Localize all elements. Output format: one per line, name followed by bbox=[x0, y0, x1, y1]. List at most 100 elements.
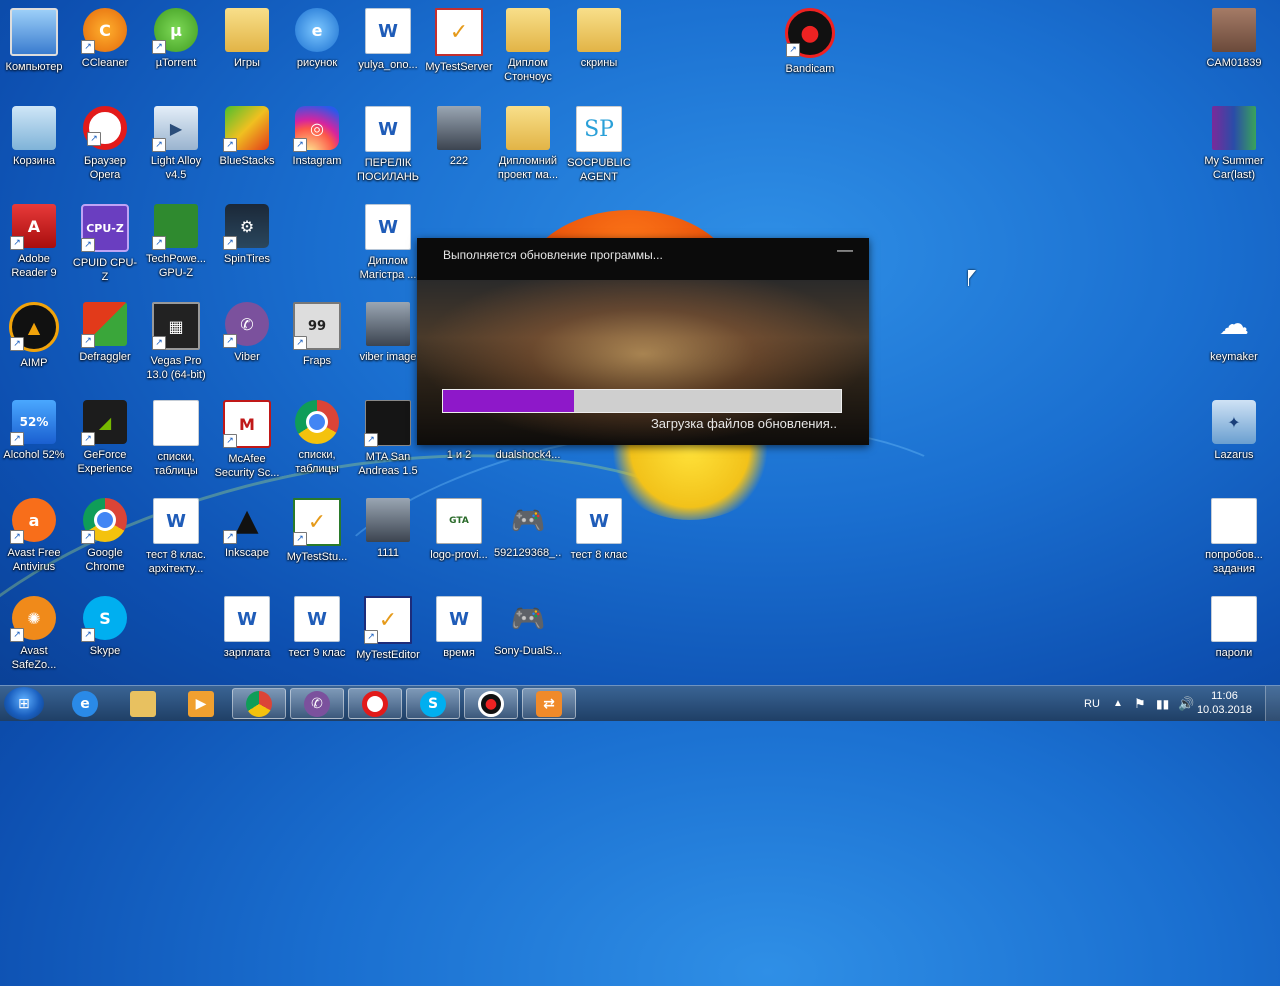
desktop-icon-viber[interactable]: ✆ ↗ Viber bbox=[213, 302, 281, 364]
desktop-icon-test8-doc[interactable]: Wтест 8 клас bbox=[565, 498, 633, 562]
desktop-icon-recycle-bin[interactable]: Корзина bbox=[0, 106, 68, 168]
geforce-icon: ◢ ↗ bbox=[81, 400, 127, 446]
desktop-icon-image-222[interactable]: 222 bbox=[425, 106, 493, 168]
desktop-icon-instagram[interactable]: ◎ ↗ Instagram bbox=[283, 106, 351, 168]
desktop-icon-skype[interactable]: S ↗ Skype bbox=[71, 596, 139, 658]
show-hidden-icons-icon[interactable]: ▲ bbox=[1113, 686, 1123, 721]
desktop-icon-mcafee[interactable]: M ↗ McAfee Security Sc... bbox=[213, 400, 281, 480]
taskbar-skype[interactable]: S bbox=[406, 688, 460, 719]
minimize-button[interactable]: — bbox=[835, 242, 855, 260]
desktop-icon-lists-tables-2[interactable]: списки, таблицы bbox=[283, 400, 351, 476]
desktop-icon-yulya-doc[interactable]: Wyulya_ono... bbox=[354, 8, 422, 72]
image-thumbnail-icon bbox=[366, 498, 410, 542]
play-icon: ▶ ↗ bbox=[152, 106, 198, 152]
update-arrows-icon: ⇄ bbox=[536, 690, 562, 717]
desktop-icon-lazarus[interactable]: ✦ Lazarus bbox=[1200, 400, 1268, 462]
taskbar-bandicam[interactable]: ● bbox=[464, 688, 518, 719]
desktop-icon-adobe-reader[interactable]: A ↗ Adobe Reader 9 bbox=[0, 204, 68, 280]
desktop-icon-ccleaner[interactable]: C ↗ CCleaner bbox=[71, 8, 139, 70]
desktop-icon-fraps[interactable]: 99 ↗ Fraps bbox=[283, 302, 351, 368]
desktop-icon-my-summer-car[interactable]: My Summer Car(last) bbox=[1200, 106, 1268, 182]
desktop-icon-diploma-project-folder[interactable]: Дипломний проект ма... bbox=[494, 106, 562, 182]
desktop-icon-mytestserver[interactable]: ✓ MyTestServer bbox=[425, 8, 493, 74]
chrome-icon bbox=[295, 400, 339, 444]
taskbar-media-player[interactable]: ▶ bbox=[174, 688, 228, 719]
gpu-card-icon: ↗ bbox=[152, 204, 198, 250]
desktop-icon-alcohol[interactable]: 52% ↗ Alcohol 52% bbox=[0, 400, 68, 462]
desktop-icon-time-doc[interactable]: Wвремя bbox=[425, 596, 493, 660]
desktop-icon-screenshots-folder[interactable]: скрины bbox=[565, 8, 633, 70]
gta-logo-icon: GTA bbox=[436, 498, 482, 544]
desktop-icon-logo-province[interactable]: GTA logo-provi... bbox=[425, 498, 493, 562]
taskbar-update-app[interactable]: ⇄ bbox=[522, 688, 576, 719]
desktop-icon-picture[interactable]: e рисунок bbox=[283, 8, 351, 70]
desktop-icon-lists-tables-1[interactable]: списки, таблицы bbox=[142, 400, 210, 478]
volume-icon[interactable]: 🔊 bbox=[1178, 686, 1194, 721]
defraggler-icon: ↗ bbox=[81, 302, 127, 348]
desktop-icon-computer[interactable]: Компьютер bbox=[0, 8, 68, 74]
desktop-icon-avast[interactable]: a ↗ Avast Free Antivirus bbox=[0, 498, 68, 574]
clock[interactable]: 11:06 10.03.2018 bbox=[1197, 689, 1252, 717]
desktop-icon-sony-dualshock[interactable]: 🎮 Sony-DualS... bbox=[494, 596, 562, 658]
desktop-icon-myteststudent[interactable]: ✓ ↗ MyTestStu... bbox=[283, 498, 351, 564]
desktop-icon-salary-doc[interactable]: Wзарплата bbox=[213, 596, 281, 660]
desktop-icon-passwords[interactable]: пароли bbox=[1200, 596, 1268, 660]
desktop-icon-opera[interactable]: ↗ Браузер Opera bbox=[71, 106, 139, 182]
show-desktop-button[interactable] bbox=[1265, 686, 1280, 721]
taskbar-opera[interactable] bbox=[348, 688, 402, 719]
desktop-icon-avast-safezone[interactable]: ✺ ↗ Avast SafeZo... bbox=[0, 596, 68, 672]
desktop-icon-references-doc[interactable]: W ПЕРЕЛІК ПОСИЛАНЬ bbox=[354, 106, 422, 184]
desktop-icon-image-1111[interactable]: 1111 bbox=[354, 498, 422, 560]
desktop-icon-gamepad-image[interactable]: 🎮 592129368_... bbox=[494, 498, 562, 560]
desktop-icon-utorrent[interactable]: µ ↗ µTorrent bbox=[142, 8, 210, 70]
internet-explorer-icon: e bbox=[295, 8, 339, 52]
desktop-icon-spintires[interactable]: ⚙ ↗ SpinTires bbox=[213, 204, 281, 266]
folder-icon bbox=[130, 690, 156, 717]
desktop-icon-inkscape[interactable]: ▲ ↗ Inkscape bbox=[213, 498, 281, 560]
desktop-icon-keymaker[interactable]: ☁ keymaker bbox=[1200, 302, 1268, 364]
gamepad-icon: 🎮 bbox=[510, 601, 546, 635]
desktop-icon-viber-image[interactable]: viber image bbox=[354, 302, 422, 364]
desktop-icon-gpuz[interactable]: ↗ TechPowe... GPU-Z bbox=[142, 204, 210, 280]
document-icon bbox=[1211, 596, 1257, 642]
desktop-icon-aimp[interactable]: ▲ ↗ AIMP bbox=[0, 302, 68, 370]
desktop-icon-test9-doc[interactable]: Wтест 9 клас bbox=[283, 596, 351, 660]
desktop-icon-bluestacks[interactable]: ↗ BlueStacks bbox=[213, 106, 281, 168]
taskbar-chrome[interactable] bbox=[232, 688, 286, 719]
windows-logo-icon: ⊞ bbox=[18, 695, 30, 711]
alcohol-icon: 52% ↗ bbox=[10, 400, 56, 446]
network-icon[interactable]: ▮▮ bbox=[1156, 686, 1169, 721]
desktop-icon-defraggler[interactable]: ↗ Defraggler bbox=[71, 302, 139, 364]
action-center-icon[interactable]: ⚑ bbox=[1134, 686, 1146, 721]
desktop-icon-cpuz[interactable]: CPU-Z ↗ CPUID CPU-Z bbox=[71, 204, 139, 284]
desktop-icon-test8-architecture-doc[interactable]: Wтест 8 клас. архітекту... bbox=[142, 498, 210, 576]
clock-time: 11:06 bbox=[1211, 690, 1238, 702]
bandicam-icon: ● bbox=[478, 690, 504, 717]
archive-icon bbox=[1212, 106, 1256, 150]
word-document-icon: W bbox=[365, 204, 411, 250]
taskbar-viber[interactable]: ✆ bbox=[290, 688, 344, 719]
desktop-icon-mytesteditor[interactable]: ✓ ↗ MyTestEditor bbox=[354, 596, 422, 662]
desktop-icon-mta[interactable]: ↗ MTA San Andreas 1.5 bbox=[354, 400, 422, 478]
desktop-icon-bandicam[interactable]: ● ↗ Bandicam bbox=[776, 8, 844, 76]
utorrent-icon: µ ↗ bbox=[152, 8, 198, 54]
mytest-student-icon: ✓ ↗ bbox=[293, 498, 341, 546]
instagram-icon: ◎ ↗ bbox=[293, 106, 339, 152]
film-icon: ▦ ↗ bbox=[152, 302, 200, 350]
desktop-icon-geforce[interactable]: ◢ ↗ GeForce Experience bbox=[71, 400, 139, 476]
desktop-icon-socpublic[interactable]: SP SOCPUBLIC AGENT bbox=[565, 106, 633, 184]
language-indicator[interactable]: RU bbox=[1084, 686, 1100, 721]
desktop-icon-cam-photo[interactable]: CAM01839 bbox=[1200, 8, 1268, 70]
desktop-icon-games-folder[interactable]: Игры bbox=[213, 8, 281, 70]
start-button[interactable]: ⊞ bbox=[4, 687, 44, 720]
desktop-icon-google-chrome[interactable]: ↗ Google Chrome bbox=[71, 498, 139, 574]
desktop-icon-vegas-pro[interactable]: ▦ ↗ Vegas Pro 13.0 (64-bit) bbox=[142, 302, 210, 382]
desktop-icon-diploma-folder[interactable]: Диплом Стончоус bbox=[494, 8, 562, 84]
desktop-icon-light-alloy[interactable]: ▶ ↗ Light Alloy v4.5 bbox=[142, 106, 210, 182]
desktop-icon-try-tasks[interactable]: попробов... задания bbox=[1200, 498, 1268, 576]
word-document-icon: W bbox=[365, 8, 411, 54]
taskbar-internet-explorer[interactable]: e bbox=[58, 688, 112, 719]
taskbar-explorer[interactable] bbox=[116, 688, 170, 719]
progress-fill bbox=[443, 390, 575, 412]
desktop-icon-master-diploma-doc[interactable]: W Диплом Магістра ... bbox=[354, 204, 422, 282]
